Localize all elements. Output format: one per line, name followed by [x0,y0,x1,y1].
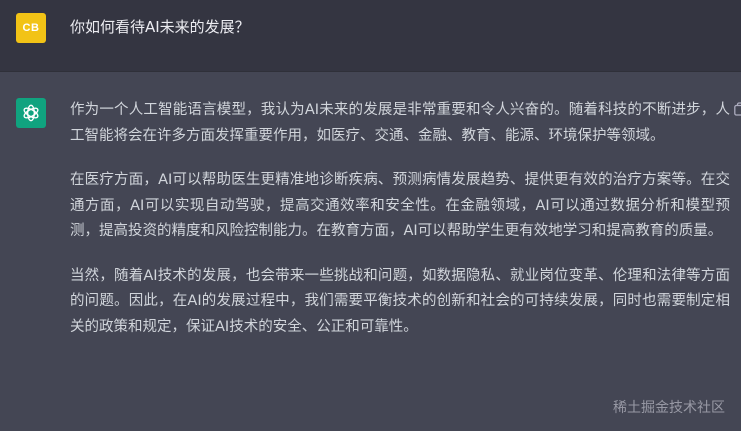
assistant-answer: 作为一个人工智能语言模型，我认为AI未来的发展是非常重要和令人兴奋的。随着科技的… [70,98,730,359]
user-avatar-initials: CB [22,22,40,34]
user-question-text: 你如何看待AI未来的发展？ [70,18,250,36]
openai-logo-icon [23,104,39,122]
user-message-row: CB 你如何看待AI未来的发展？ [0,0,741,72]
answer-paragraph: 当然，随着AI技术的发展，也会带来一些挑战和问题，如数据隐私、就业岗位变革、伦理… [70,267,730,335]
watermark: 稀土掘金技术社区 [613,400,725,416]
user-avatar: CB [16,13,46,43]
answer-paragraph: 作为一个人工智能语言模型，我认为AI未来的发展是非常重要和令人兴奋的。随着科技的… [70,102,730,144]
assistant-avatar [16,98,46,128]
assistant-message-row: 作为一个人工智能语言模型，我认为AI未来的发展是非常重要和令人兴奋的。随着科技的… [0,72,741,431]
copy-icon[interactable] [734,102,741,116]
answer-paragraph: 在医疗方面，AI可以帮助医生更精准地诊断疾病、预测病情发展趋势、提供更有效的治疗… [70,172,730,239]
